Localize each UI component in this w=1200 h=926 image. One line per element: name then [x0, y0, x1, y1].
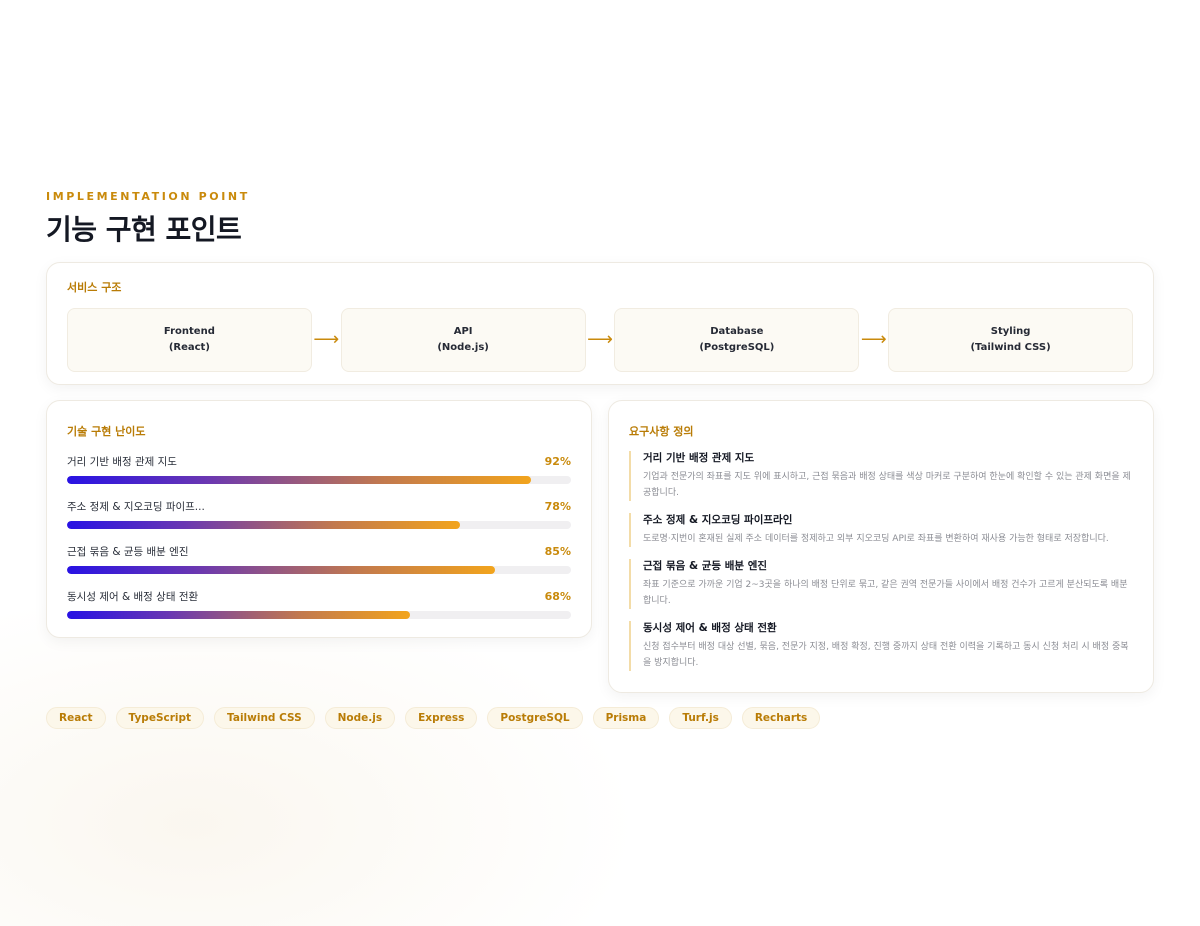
requirement-item: 거리 기반 배정 관제 지도 기업과 전문가의 좌표를 지도 위에 표시하고, …: [629, 451, 1133, 501]
difficulty-card: 기술 구현 난이도 거리 기반 배정 관제 지도 92% 주소 정제 & 지오코…: [46, 400, 592, 638]
progress-fill: [67, 521, 461, 529]
arrow-right-icon: ⟶: [587, 329, 613, 350]
architecture-card: 서비스 구조 Frontend (React) ⟶ API (Node.js) …: [46, 262, 1154, 385]
progress-fill: [67, 566, 496, 574]
architecture-title: 서비스 구조: [67, 281, 122, 294]
tag-nodejs: Node.js: [324, 707, 396, 729]
progress-track: [67, 476, 571, 484]
progress-fill: [67, 611, 410, 619]
requirement-title: 거리 기반 배정 관제 지도: [643, 452, 755, 464]
arch-node-name: Frontend: [163, 326, 215, 337]
difficulty-percent: 85%: [544, 544, 571, 558]
tag-express: Express: [405, 707, 478, 729]
difficulty-label: 동시성 제어 & 배정 상태 전환: [67, 590, 199, 603]
difficulty-label: 주소 정제 & 지오코딩 파이프...: [67, 500, 205, 513]
tag-turfjs: Turf.js: [669, 707, 732, 729]
requirements-card: 요구사항 정의 거리 기반 배정 관제 지도 기업과 전문가의 좌표를 지도 위…: [608, 400, 1154, 693]
requirement-item: 주소 정제 & 지오코딩 파이프라인 도로명·지번이 혼재된 실제 주소 데이터…: [629, 513, 1133, 547]
arch-node-api: API (Node.js): [340, 308, 586, 372]
difficulty-percent: 68%: [544, 589, 571, 603]
arch-node-name: Styling: [990, 326, 1031, 337]
tag-typescript: TypeScript: [115, 707, 205, 729]
tag-postgresql: PostgreSQL: [487, 707, 583, 729]
arrow-right-icon: ⟶: [860, 329, 887, 350]
tech-stack-tags: React TypeScript Tailwind CSS Node.js Ex…: [46, 707, 821, 729]
requirement-desc: 도로명·지번이 혼재된 실제 주소 데이터를 정제하고 외부 지오코딩 API로…: [643, 534, 1109, 544]
difficulty-percent: 78%: [544, 499, 571, 513]
requirement-desc: 신청 접수부터 배정 대상 선별, 묶음, 전문가 지정, 배정 확정, 진행 …: [643, 642, 1129, 668]
section-eyebrow: IMPLEMENTATION POINT: [46, 190, 250, 203]
difficulty-label: 거리 기반 배정 관제 지도: [67, 455, 177, 468]
architecture-flow: Frontend (React) ⟶ API (Node.js) ⟶ Datab…: [67, 308, 1133, 372]
requirement-item: 근접 묶음 & 균등 배분 엔진 좌표 기준으로 가까운 기업 2~3곳을 하나…: [629, 559, 1133, 609]
requirement-title: 동시성 제어 & 배정 상태 전환: [643, 622, 777, 634]
arch-node-database: Database (PostgreSQL): [614, 308, 860, 372]
requirement-title: 주소 정제 & 지오코딩 파이프라인: [643, 514, 793, 526]
implementation-section: IMPLEMENTATION POINT 기능 구현 포인트 서비스 구조 Fr…: [46, 190, 1154, 729]
requirement-item: 동시성 제어 & 배정 상태 전환 신청 접수부터 배정 대상 선별, 묶음, …: [629, 621, 1133, 671]
requirements-title: 요구사항 정의: [629, 425, 694, 438]
arch-node-name: Database: [710, 326, 764, 337]
page-title: 기능 구현 포인트: [46, 213, 242, 246]
tag-tailwind-css: Tailwind CSS: [214, 707, 315, 729]
progress-fill: [67, 476, 531, 484]
difficulty-item: 근접 묶음 & 균등 배분 엔진 85%: [67, 543, 571, 574]
requirement-desc: 좌표 기준으로 가까운 기업 2~3곳을 하나의 배정 단위로 묶고, 같은 권…: [643, 580, 1128, 606]
difficulty-percent: 92%: [544, 454, 571, 468]
difficulty-title: 기술 구현 난이도: [67, 425, 146, 438]
difficulty-label: 근접 묶음 & 균등 배분 엔진: [67, 545, 189, 558]
arch-node-tech: (Tailwind CSS): [970, 342, 1051, 353]
progress-track: [67, 521, 571, 529]
difficulty-item: 거리 기반 배정 관제 지도 92%: [67, 453, 571, 484]
arch-node-tech: (Node.js): [437, 342, 489, 353]
arch-node-tech: (React): [168, 342, 210, 353]
arrow-right-icon: ⟶: [313, 329, 340, 350]
requirement-desc: 기업과 전문가의 좌표를 지도 위에 표시하고, 근접 묶음과 배정 상태를 색…: [643, 472, 1131, 498]
arch-node-styling: Styling (Tailwind CSS): [888, 308, 1133, 372]
requirement-title: 근접 묶음 & 균등 배분 엔진: [643, 560, 768, 572]
arch-node-tech: (PostgreSQL): [699, 342, 775, 353]
arch-node-name: API: [453, 326, 473, 337]
difficulty-item: 동시성 제어 & 배정 상태 전환 68%: [67, 588, 571, 619]
tag-react: React: [46, 707, 106, 729]
tag-prisma: Prisma: [592, 707, 660, 729]
tag-recharts: Recharts: [741, 707, 821, 729]
difficulty-item: 주소 정제 & 지오코딩 파이프... 78%: [67, 498, 571, 529]
progress-track: [67, 611, 571, 619]
progress-track: [67, 566, 571, 574]
arch-node-frontend: Frontend (React): [67, 308, 312, 372]
